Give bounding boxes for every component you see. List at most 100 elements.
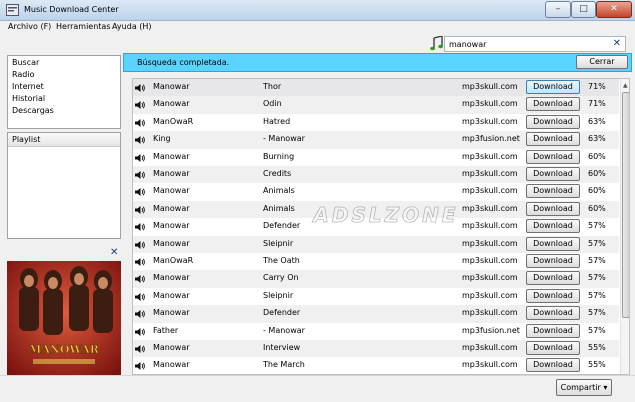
download-button[interactable]: Download <box>526 167 580 181</box>
download-button[interactable]: Download <box>526 341 580 355</box>
result-artist: Manowar <box>153 238 190 248</box>
download-button[interactable]: Download <box>526 288 580 303</box>
nav-item-internet[interactable]: Internet <box>12 82 44 91</box>
result-title: Animals <box>263 186 295 196</box>
scrollbar-thumb[interactable] <box>622 92 629 318</box>
result-artist: Manowar <box>153 360 190 370</box>
speaker-icon[interactable] <box>135 118 145 128</box>
results-scrollbar[interactable]: ▲ <box>620 79 629 374</box>
result-row[interactable]: Father - Manowar mp3fusion.net Download 57% <box>133 323 619 340</box>
close-album-art-icon[interactable]: ✕ <box>110 247 118 258</box>
nav-item-historial[interactable]: Historial <box>12 94 45 103</box>
result-match-percent: 57% <box>588 273 606 283</box>
speaker-icon[interactable] <box>135 361 145 371</box>
speaker-icon[interactable] <box>135 274 145 284</box>
download-button[interactable]: Download <box>526 97 580 112</box>
result-match-percent: 71% <box>588 82 606 91</box>
result-title: Interview <box>263 343 301 352</box>
result-source: mp3fusion.net <box>462 134 520 144</box>
result-row[interactable]: Manowar Sleipnir mp3skull.com Download 57% <box>133 288 619 305</box>
speaker-icon[interactable] <box>135 222 145 232</box>
speaker-icon[interactable] <box>135 292 145 302</box>
clear-search-icon[interactable]: ✕ <box>613 38 621 49</box>
download-button[interactable]: Download <box>526 306 580 321</box>
speaker-icon[interactable] <box>135 327 145 337</box>
search-value: manowar <box>449 40 487 49</box>
close-infobar-button[interactable]: Cerrar <box>576 55 628 69</box>
result-row[interactable]: Manowar Defender mp3skull.com Download 57% <box>133 305 619 323</box>
speaker-icon[interactable] <box>135 187 145 197</box>
result-source: mp3skull.com <box>462 82 518 91</box>
speaker-icon[interactable] <box>135 100 145 110</box>
result-match-percent: 60% <box>588 186 606 196</box>
speaker-icon[interactable] <box>135 205 145 215</box>
result-match-percent: 57% <box>588 256 606 265</box>
result-artist: Manowar <box>153 186 190 196</box>
result-row[interactable]: Manowar Credits mp3skull.com Download 60% <box>133 166 619 184</box>
download-button[interactable]: Download <box>526 254 580 268</box>
result-row[interactable]: Manowar Burning mp3skull.com Download 60% <box>133 149 619 166</box>
download-button[interactable]: Download <box>526 358 580 373</box>
result-row[interactable]: Manowar Animals mp3skull.com Download 60% <box>133 183 619 200</box>
share-button[interactable]: Compartir ▾ <box>556 379 612 396</box>
download-button[interactable]: Download <box>526 323 580 338</box>
speaker-icon[interactable] <box>135 170 145 180</box>
speaker-icon[interactable] <box>135 309 145 319</box>
result-row[interactable]: Manowar Sleipnir mp3skull.com Download 57% <box>133 235 619 253</box>
result-row[interactable]: Manowar Carry On mp3skull.com Download 57% <box>133 270 619 288</box>
result-row[interactable]: Manowar Odin mp3skull.com Download 71% <box>133 96 619 114</box>
speaker-icon[interactable] <box>135 153 145 163</box>
result-row[interactable]: ManOwaR The Oath mp3skull.com Download 57% <box>133 253 619 270</box>
result-artist: Manowar <box>153 203 190 213</box>
download-button[interactable]: Download <box>526 184 580 199</box>
result-row[interactable]: Manowar Thor mp3skull.com Download 71% <box>133 79 619 97</box>
result-title: Defender <box>263 308 301 318</box>
result-source: mp3skull.com <box>462 343 518 352</box>
result-match-percent: 60% <box>588 151 606 161</box>
download-button[interactable]: Download <box>526 219 580 234</box>
result-title: The March <box>263 360 305 370</box>
result-row[interactable]: Manowar The March mp3skull.com Download 55% <box>133 357 619 374</box>
result-source: mp3skull.com <box>462 169 518 178</box>
album-band-name: MANOWAR <box>29 343 100 356</box>
result-row[interactable]: King - Manowar mp3fusion.net Download 63% <box>133 131 619 149</box>
result-match-percent: 71% <box>588 99 606 109</box>
left-panel: Buscar Radio Internet Historial Descarga… <box>0 53 122 375</box>
close-window-button[interactable]: ✕ <box>596 1 632 18</box>
minimize-button[interactable]: – <box>545 1 571 18</box>
download-button[interactable]: Download <box>526 114 580 129</box>
speaker-icon[interactable] <box>135 83 145 93</box>
download-button[interactable]: Download <box>526 132 580 147</box>
menu-bar: Archivo (F) Herramientas Ayuda (H) <box>0 21 635 35</box>
download-button[interactable]: Download <box>526 236 580 251</box>
maximize-button[interactable]: □ <box>571 1 596 18</box>
result-row[interactable]: Manowar Interview mp3skull.com Download 55% <box>133 340 619 358</box>
nav-item-radio[interactable]: Radio <box>12 70 34 79</box>
speaker-icon[interactable] <box>135 344 145 354</box>
download-button[interactable]: Download <box>526 271 580 286</box>
result-artist: King <box>153 134 171 144</box>
result-artist: Father <box>153 325 179 335</box>
result-row[interactable]: ManOwaR Hatred mp3skull.com Download 63% <box>133 114 619 131</box>
menu-ayuda[interactable]: Ayuda (H) <box>112 22 152 31</box>
menu-herramientas[interactable]: Herramientas <box>56 22 111 31</box>
result-source: mp3skull.com <box>462 116 518 126</box>
result-match-percent: 57% <box>588 308 606 318</box>
download-button[interactable]: Download <box>526 149 580 164</box>
result-artist: Manowar <box>153 221 190 231</box>
nav-item-buscar[interactable]: Buscar <box>12 58 39 67</box>
speaker-icon[interactable] <box>135 240 145 250</box>
menu-archivo[interactable]: Archivo (F) <box>8 22 51 31</box>
speaker-icon[interactable] <box>135 257 145 267</box>
nav-item-descargas[interactable]: Descargas <box>12 106 54 115</box>
result-match-percent: 57% <box>588 238 606 248</box>
playlist-header[interactable]: Playlist <box>8 133 120 147</box>
result-match-percent: 63% <box>588 134 606 144</box>
result-title: Defender <box>263 221 301 231</box>
search-input[interactable]: manowar ✕ <box>444 36 626 52</box>
speaker-icon[interactable] <box>135 135 145 145</box>
download-button[interactable]: Download <box>526 80 580 94</box>
scroll-up-icon[interactable]: ▲ <box>623 82 628 89</box>
album-art: MANOWAR <box>7 261 121 375</box>
download-button[interactable]: Download <box>526 201 580 216</box>
